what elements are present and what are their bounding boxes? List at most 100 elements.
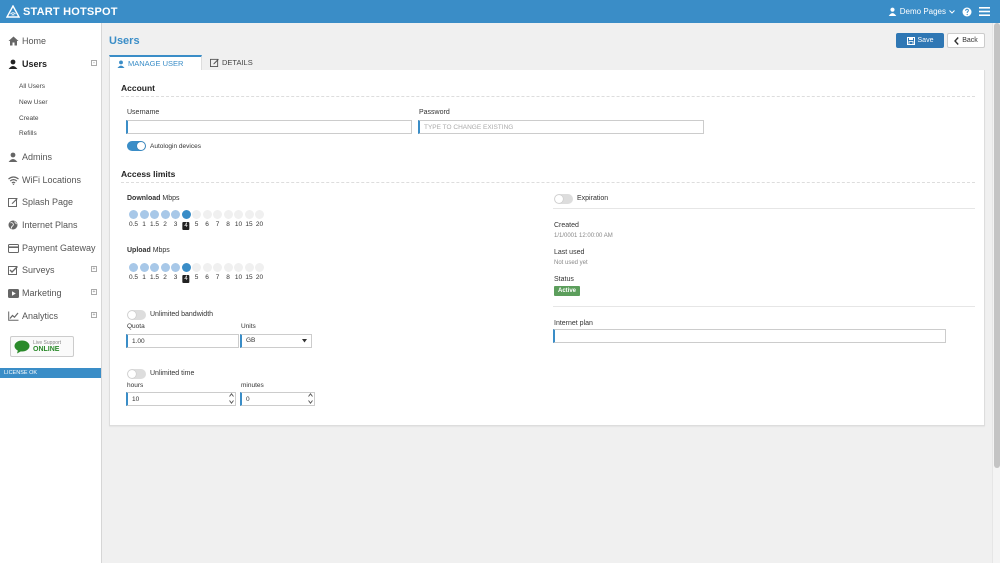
upload-slider-step[interactable] (171, 263, 180, 272)
page-scrollbar[interactable] (992, 23, 1000, 563)
submenu-refills[interactable]: Refills (19, 130, 37, 137)
download-slider-step[interactable] (192, 210, 201, 219)
help-icon (962, 7, 972, 16)
upload-slider-tick-label: 4 (182, 275, 190, 283)
download-slider-step[interactable] (139, 210, 149, 219)
download-slider-tick-label: 7 (215, 221, 220, 228)
sidebar-item-surveys[interactable]: Surveys + (0, 260, 101, 280)
last-used-label: Last used (554, 249, 585, 256)
chart-icon (7, 310, 19, 322)
download-slider-step[interactable] (244, 210, 254, 219)
download-slider-step[interactable] (181, 210, 191, 219)
top-bar: START HOTSPOT Demo Pages (0, 0, 1000, 23)
home-icon (7, 35, 19, 47)
internet-plan-input[interactable] (553, 329, 946, 343)
save-button[interactable]: Save (896, 33, 944, 48)
download-slider[interactable]: 0.5 1 1.5 2 3 4 5 6 7 8 10 15 20 (129, 210, 269, 232)
submenu-create[interactable]: Create (19, 115, 39, 122)
download-slider-tick-label: 8 (226, 221, 230, 228)
download-slider-step[interactable] (234, 210, 243, 219)
quota-input[interactable] (126, 334, 239, 348)
caret-up-icon (307, 393, 313, 397)
sidebar-item-analytics[interactable]: Analytics + (0, 306, 101, 326)
manage-user-panel: Account Username Password Autologin devi… (109, 70, 985, 426)
download-slider-step[interactable] (160, 210, 170, 219)
live-support-label: Live Support (33, 339, 62, 346)
sidebar-item-internet-plans[interactable]: Internet Plans (0, 215, 101, 235)
sidebar-item-home[interactable]: Home (0, 31, 101, 51)
expand-icon[interactable]: + (91, 312, 97, 318)
help-button[interactable] (962, 7, 972, 17)
download-slider-tick-label: 4 (182, 222, 190, 230)
minutes-field (240, 392, 315, 406)
download-slider-step[interactable] (150, 210, 159, 219)
upload-slider-step[interactable] (234, 263, 243, 272)
expand-icon[interactable]: + (91, 289, 97, 295)
upload-slider-step[interactable] (129, 263, 138, 272)
upload-slider-tick-label: 5 (194, 274, 199, 281)
download-slider-step[interactable] (213, 210, 222, 219)
download-slider-step[interactable] (171, 210, 180, 219)
sidebar-item-splash-page[interactable]: Splash Page (0, 192, 101, 212)
sidebar-item-wifi-locations[interactable]: WiFi Locations (0, 170, 101, 190)
upload-slider-step[interactable] (150, 263, 159, 272)
upload-slider-step[interactable] (213, 263, 222, 272)
download-slider-step[interactable] (202, 210, 212, 219)
tab-manage-user[interactable]: MANAGE USER (109, 55, 202, 70)
upload-slider-step[interactable] (202, 263, 212, 272)
scrollbar-thumb[interactable] (994, 23, 1000, 468)
user-icon (888, 7, 897, 16)
upload-slider-step[interactable] (181, 263, 191, 272)
username-input[interactable] (126, 120, 412, 134)
sidebar-item-payment-gateway[interactable]: Payment Gateway (0, 238, 101, 258)
tab-details[interactable]: DETAILS (203, 55, 263, 70)
upload-slider[interactable]: 0.5 1 1.5 2 3 4 5 6 7 8 10 15 20 (129, 263, 269, 285)
sidebar-item-admins[interactable]: Admins (0, 147, 101, 167)
menu-button[interactable] (979, 7, 990, 16)
expand-icon[interactable]: + (91, 266, 97, 272)
sidebar-item-marketing[interactable]: Marketing + (0, 283, 101, 303)
internet-plan-label: Internet plan (554, 320, 593, 327)
back-button[interactable]: Back (947, 33, 985, 48)
units-select[interactable]: GB (240, 334, 312, 348)
autologin-toggle[interactable] (127, 141, 146, 151)
upload-label: Upload Mbps (127, 247, 170, 254)
upload-slider-step[interactable] (223, 263, 233, 272)
download-slider-step[interactable] (255, 210, 264, 219)
upload-slider-step[interactable] (139, 263, 149, 272)
unlimited-time-toggle[interactable] (127, 369, 146, 379)
download-slider-tick-label: 1.5 (149, 221, 160, 228)
upload-slider-step[interactable] (160, 263, 170, 272)
sidebar-item-users[interactable]: Users - (0, 54, 101, 74)
upload-slider-tick-label: 6 (205, 274, 209, 281)
upload-slider-step[interactable] (192, 263, 201, 272)
submenu-all-users[interactable]: All Users (19, 83, 45, 90)
account-menu-label: Demo Pages (899, 7, 946, 16)
live-support-button[interactable]: Live Support ONLINE (10, 336, 74, 357)
download-slider-tick-label: 0.5 (128, 221, 139, 228)
download-slider-step[interactable] (129, 210, 138, 219)
submenu-new-user[interactable]: New User (19, 99, 48, 106)
download-slider-step[interactable] (223, 210, 233, 219)
upload-slider-step[interactable] (244, 263, 254, 272)
upload-slider-tick-label: 10 (234, 274, 243, 281)
minutes-input[interactable] (240, 392, 315, 406)
play-icon (7, 287, 19, 299)
minutes-label: minutes (241, 382, 264, 389)
upload-slider-tick-label: 8 (226, 274, 230, 281)
expiration-toggle[interactable] (554, 194, 573, 204)
hours-input[interactable] (126, 392, 236, 406)
account-menu[interactable]: Demo Pages (888, 7, 955, 16)
password-input[interactable] (418, 120, 704, 134)
wifi-icon (7, 174, 19, 186)
unlimited-bandwidth-toggle[interactable] (127, 310, 146, 320)
minutes-spinner[interactable] (307, 393, 313, 404)
collapse-icon[interactable]: - (91, 60, 97, 66)
download-slider-tick-label: 10 (234, 221, 243, 228)
upload-slider-step[interactable] (255, 263, 264, 272)
upload-slider-tick-label: 1.5 (149, 274, 160, 281)
upload-slider-tick-label: 20 (255, 274, 264, 281)
hours-spinner[interactable] (228, 393, 234, 404)
divider (121, 182, 975, 183)
brand-logo[interactable]: START HOTSPOT (6, 4, 118, 19)
